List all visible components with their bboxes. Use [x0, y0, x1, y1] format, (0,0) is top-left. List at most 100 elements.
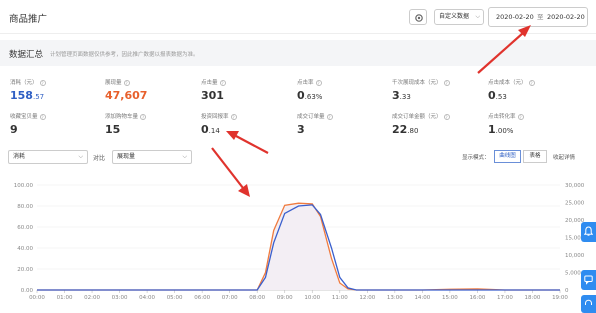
metric-label-text: 千次展现成本（元）	[392, 80, 442, 86]
custom-data-label: 自定义数据	[439, 13, 470, 20]
x-tick-label: 06:00	[194, 295, 210, 301]
metric-label: 消耗（元）?	[10, 78, 100, 86]
chevron-down-icon: ⌵	[475, 13, 480, 20]
metric-card[interactable]: 添加购物车量? 15	[105, 112, 195, 136]
top-bar: 商品推广 自定义数据 ⌵ 2020-02-20 至 2020-02-20	[0, 0, 596, 34]
date-range-picker[interactable]: 2020-02-20 至 2020-02-20	[488, 7, 588, 27]
metric-left-value: 消耗	[13, 153, 26, 160]
help-icon[interactable]: ?	[443, 79, 450, 86]
metric-value-dec: .33	[399, 93, 411, 101]
metric-card[interactable]: 成交订单金额（元）? 22.80	[392, 112, 482, 136]
mode-table-button[interactable]: 表格	[523, 150, 547, 163]
help-icon[interactable]: ?	[39, 79, 46, 86]
metric-value-int: 47,607	[105, 89, 148, 102]
mode-chart-button[interactable]: 曲线图	[494, 150, 521, 163]
metric-value-int: 22	[392, 123, 408, 136]
metric-card[interactable]: 点击转化率? 1.00%	[488, 112, 578, 136]
summary-header: 数据汇总 计划管理页面数据仅供参考，因此推广数据以报表数据为准。	[0, 40, 596, 66]
metric-value-dec: .80	[407, 127, 419, 135]
metric-value: 9	[10, 123, 100, 136]
metric-card[interactable]: 展现量? 47,607	[105, 78, 195, 102]
metric-value: 158.57	[10, 89, 100, 102]
help-icon[interactable]: ?	[315, 79, 322, 86]
metric-card[interactable]: 点击率? 0.63%	[297, 78, 387, 102]
page-title: 商品推广	[9, 14, 48, 25]
metric-label: 点击量?	[201, 78, 291, 86]
metric-label: 添加购物车量?	[105, 112, 195, 120]
x-tick-label: 11:00	[332, 295, 348, 301]
metric-card[interactable]: 投资回报率? 0.14	[201, 112, 291, 136]
metric-value-dec: .63%	[304, 93, 323, 101]
metric-label: 成交订单金额（元）?	[392, 112, 482, 120]
metric-label-text: 成交订单金额（元）	[392, 114, 442, 120]
help-icon[interactable]: ?	[123, 79, 130, 86]
x-tick-label: 02:00	[84, 295, 100, 301]
x-tick-label: 13:00	[387, 295, 403, 301]
metric-label: 成交订单量?	[297, 112, 387, 120]
metric-label: 投资回报率?	[201, 112, 291, 120]
metric-label: 点击成本（元）?	[488, 78, 578, 86]
help-icon[interactable]: ?	[39, 113, 46, 120]
custom-data-select[interactable]: 自定义数据 ⌵	[434, 9, 484, 25]
metric-label-text: 投资回报率	[201, 114, 229, 120]
help-icon[interactable]: ?	[230, 113, 237, 120]
x-tick-label: 00:00	[29, 295, 45, 301]
settings-button[interactable]	[409, 9, 427, 25]
metric-card[interactable]: 消耗（元）? 158.57	[10, 78, 100, 102]
metric-right-value: 展现量	[117, 153, 136, 160]
y-left-tick-label: 60.00	[17, 225, 33, 231]
date-start: 2020-02-20	[496, 13, 534, 21]
x-tick-label: 10:00	[304, 295, 320, 301]
float-chat-button[interactable]	[581, 270, 596, 290]
metric-value: 0.63%	[297, 89, 387, 102]
metric-label-text: 点击成本（元）	[488, 80, 527, 86]
metric-value-int: 3	[297, 123, 305, 136]
metric-card[interactable]: 点击量? 301	[201, 78, 291, 102]
y-left-tick-label: 20.00	[17, 267, 33, 273]
x-tick-label: 07:00	[222, 295, 238, 301]
help-icon[interactable]: ?	[443, 113, 450, 120]
metric-label: 展现量?	[105, 78, 195, 86]
metric-left-select[interactable]: 消耗 ⌵	[8, 150, 88, 164]
help-icon[interactable]: ?	[517, 113, 524, 120]
x-tick-label: 03:00	[112, 295, 128, 301]
metric-label-text: 成交订单量	[297, 114, 325, 120]
metric-right-select[interactable]: 展现量 ⌵	[112, 150, 192, 164]
x-tick-label: 08:00	[249, 295, 265, 301]
headset-icon	[585, 299, 592, 305]
metric-value: 15	[105, 123, 195, 136]
gear-icon	[415, 14, 423, 22]
collapse-details-link[interactable]: 收起详情	[553, 153, 575, 161]
date-separator: 至	[537, 13, 544, 21]
metric-label-text: 展现量	[105, 80, 122, 86]
date-end: 2020-02-20	[547, 13, 585, 21]
float-bell-button[interactable]	[581, 222, 596, 242]
help-icon[interactable]: ?	[140, 113, 147, 120]
y-left-tick-label: 40.00	[17, 246, 33, 252]
help-icon[interactable]: ?	[528, 79, 535, 86]
metric-value-int: 158	[10, 89, 33, 102]
x-tick-label: 09:00	[277, 295, 293, 301]
metric-value-int: 3	[392, 89, 400, 102]
trend-chart: 100.00 80.00 60.00 40.00 20.00 0.00 30,000 25,0…	[14, 183, 585, 301]
x-tick-label: 04:00	[139, 295, 155, 301]
x-tick-label: 01:00	[57, 295, 73, 301]
metric-card[interactable]: 成交订单量? 3	[297, 112, 387, 136]
metric-value-int: 1	[488, 123, 496, 136]
y-right-tick-label: 5,000	[565, 271, 581, 277]
help-icon[interactable]: ?	[326, 113, 333, 120]
x-tick-label: 16:00	[469, 295, 485, 301]
metric-value-int: 0	[201, 123, 209, 136]
x-tick-label: 17:00	[497, 295, 513, 301]
float-help-button[interactable]	[581, 295, 596, 313]
metric-value-int: 0	[488, 89, 496, 102]
metric-card[interactable]: 点击成本（元）? 0.53	[488, 78, 578, 102]
help-icon[interactable]: ?	[219, 79, 226, 86]
metric-value-int: 15	[105, 123, 121, 136]
metric-card[interactable]: 收藏宝贝量? 9	[10, 112, 100, 136]
metric-label-text: 收藏宝贝量	[10, 114, 38, 120]
metric-value: 3.33	[392, 89, 482, 102]
metric-card[interactable]: 千次展现成本（元）? 3.33	[392, 78, 482, 102]
y-right-tick-label: 10,000	[565, 253, 585, 259]
summary-note: 计划管理页面数据仅供参考，因此推广数据以报表数据为准。	[50, 52, 199, 58]
